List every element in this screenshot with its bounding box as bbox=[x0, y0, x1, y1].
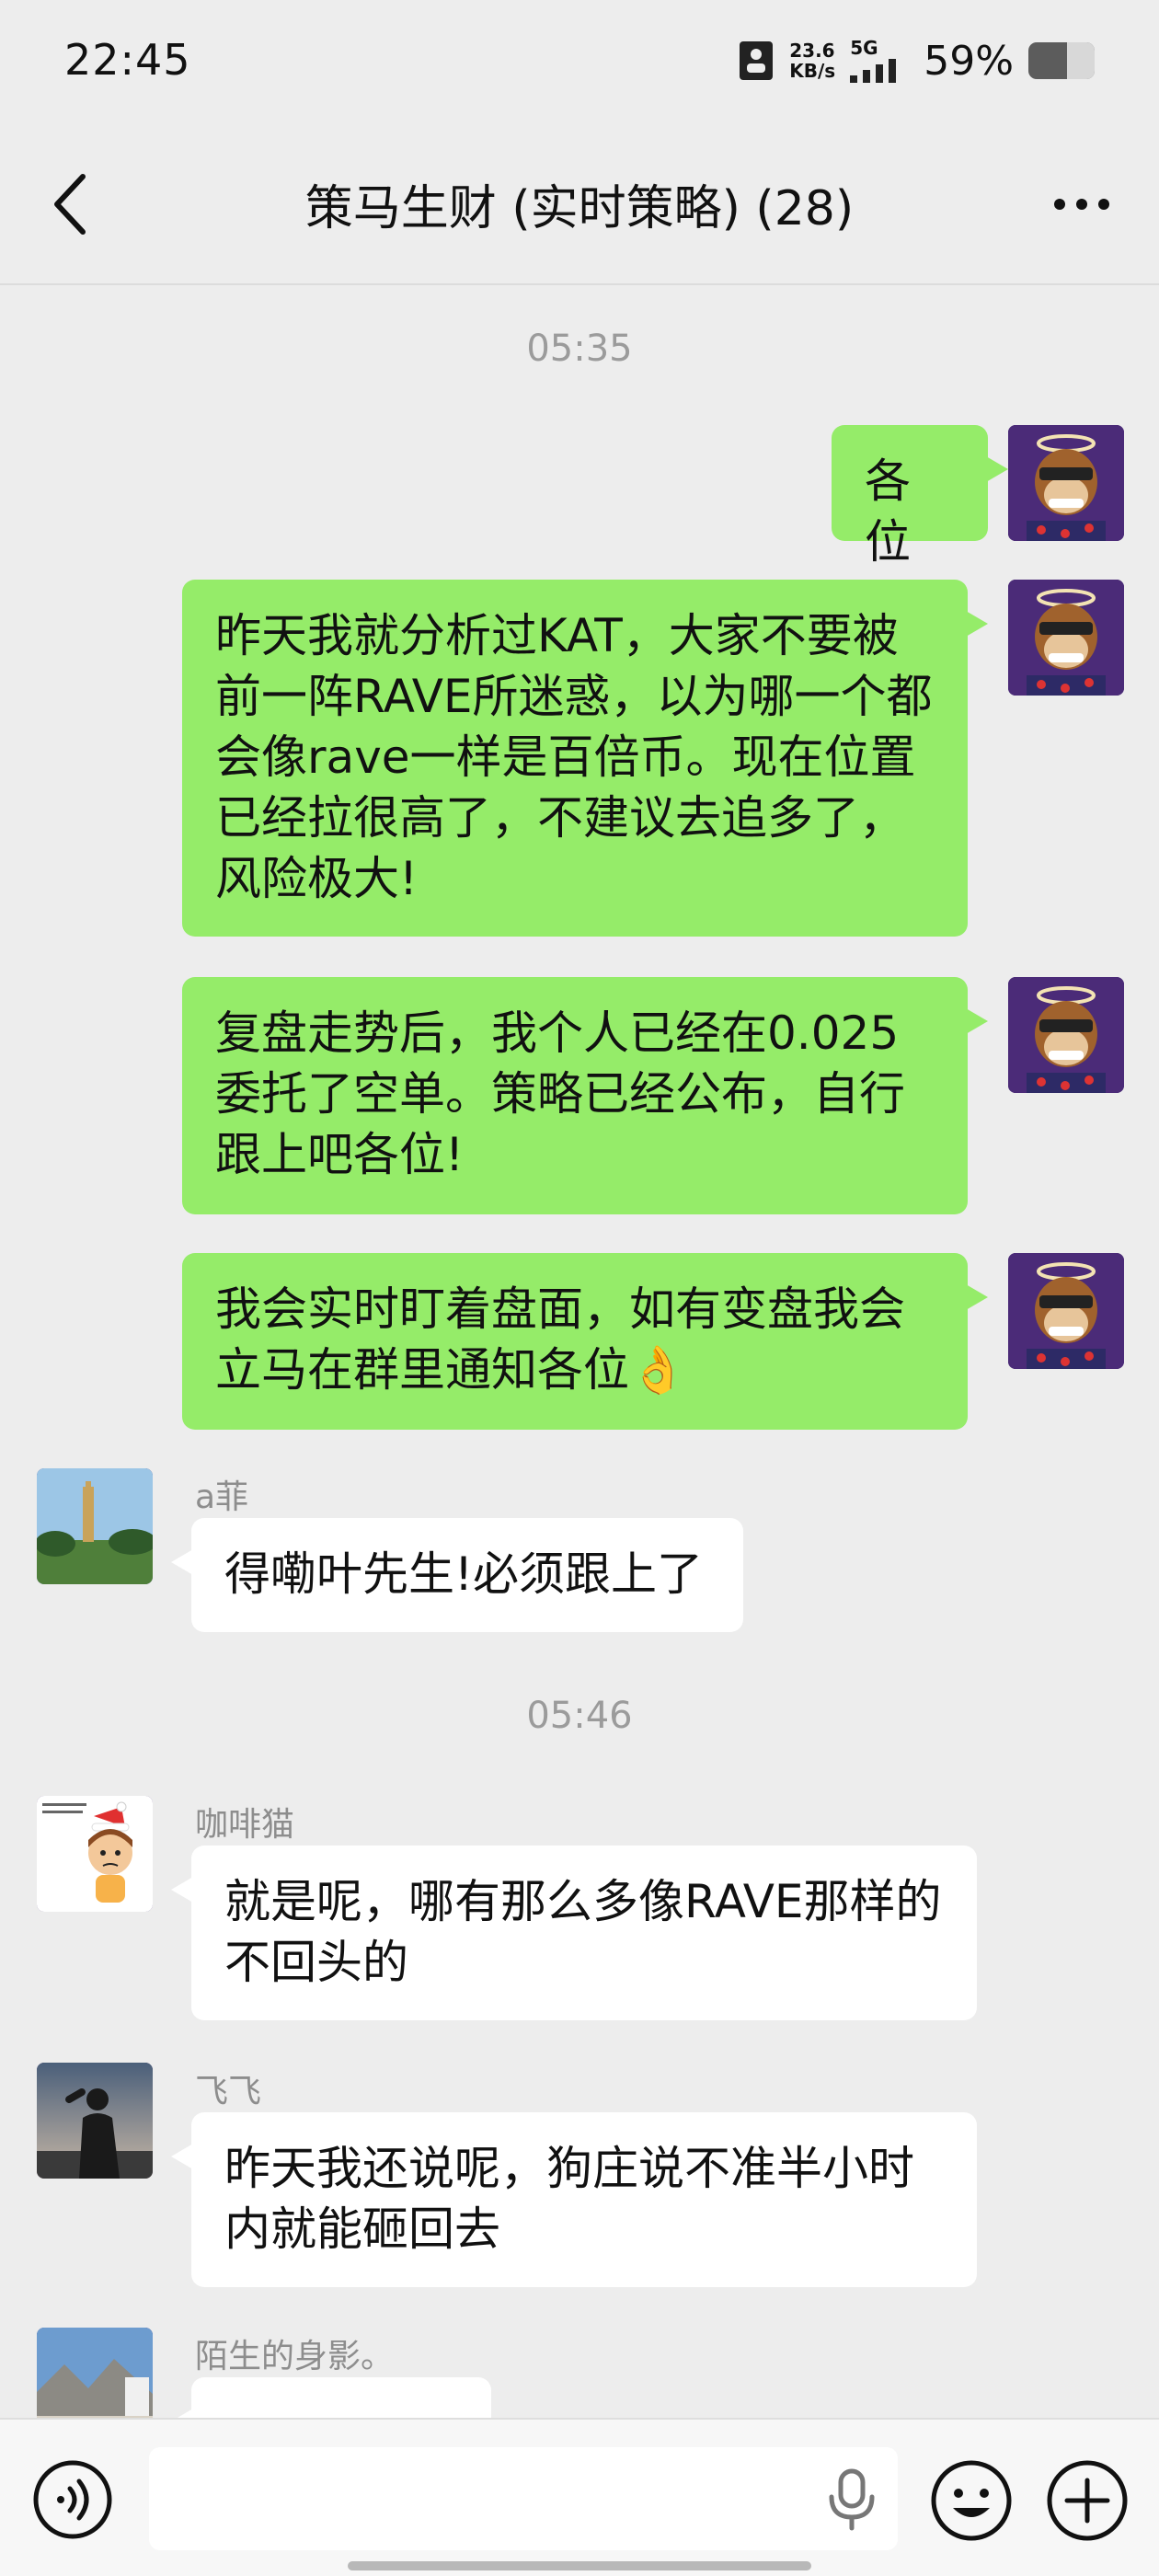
network-speed: 23.6 KB/s bbox=[789, 40, 835, 81]
plus-icon[interactable] bbox=[1045, 2458, 1130, 2543]
network-label: 5G bbox=[850, 37, 878, 59]
more-dots-icon[interactable] bbox=[1045, 177, 1119, 232]
message-bubble-outgoing[interactable]: 昨天我就分析过KAT，大家不要被前一阵RAVE所迷惑，以为哪一个都会像rave一… bbox=[182, 580, 988, 937]
status-bar: 22:45 23.6 KB/s 5G 59% bbox=[0, 0, 1159, 129]
my-avatar[interactable] bbox=[1008, 425, 1124, 541]
timestamp: 05:35 bbox=[526, 328, 633, 370]
sender-name: 咖啡猫 bbox=[195, 1806, 295, 1844]
chat-header: 策马生财 (实时策略) (28) bbox=[0, 129, 1159, 285]
message-bubble-incoming[interactable] bbox=[171, 2377, 491, 2418]
ape-avatar-icon bbox=[1008, 1253, 1124, 1369]
message-input[interactable] bbox=[149, 2447, 898, 2550]
sender-name: 陌生的身影。 bbox=[195, 2338, 395, 2375]
scenery-avatar-icon bbox=[37, 2328, 153, 2418]
portrait-badge-icon bbox=[740, 41, 774, 80]
cartoon-girl-avatar-icon bbox=[37, 1796, 153, 1912]
message-bubble-incoming[interactable]: 得嘞叶先生!必须跟上了 bbox=[171, 1518, 743, 1632]
member-avatar[interactable] bbox=[37, 1796, 153, 1912]
timestamp: 05:46 bbox=[526, 1695, 633, 1737]
voice-icon[interactable] bbox=[31, 2458, 114, 2541]
landscape-avatar-icon bbox=[37, 1468, 153, 1584]
ape-avatar-icon bbox=[1008, 425, 1124, 541]
speed-value: 23.6 bbox=[789, 40, 835, 62]
member-avatar[interactable] bbox=[37, 2063, 153, 2179]
message-bubble-outgoing[interactable]: 各位 bbox=[832, 425, 1008, 569]
battery-icon bbox=[1028, 42, 1095, 79]
status-time: 22:45 bbox=[64, 35, 191, 85]
microphone-icon[interactable] bbox=[824, 2467, 879, 2532]
speed-unit: KB/s bbox=[789, 60, 836, 82]
my-avatar[interactable] bbox=[1008, 580, 1124, 696]
silhouette-avatar-icon bbox=[37, 2063, 153, 2179]
message-bubble-outgoing[interactable]: 复盘走势后，我个人已经在0.025委托了空单。策略已经公布，自行跟上吧各位! bbox=[182, 977, 988, 1214]
my-avatar[interactable] bbox=[1008, 1253, 1124, 1369]
input-bar bbox=[0, 2418, 1159, 2576]
sender-name: 飞飞 bbox=[195, 2073, 262, 2110]
network-type: 5G bbox=[850, 39, 909, 83]
home-indicator[interactable] bbox=[348, 2561, 811, 2570]
battery-empty-part bbox=[1067, 42, 1095, 79]
member-avatar[interactable] bbox=[37, 2328, 153, 2418]
emoji-icon[interactable] bbox=[929, 2458, 1014, 2543]
battery-percent: 59% bbox=[924, 37, 1014, 85]
ape-avatar-icon bbox=[1008, 580, 1124, 696]
status-icons: 23.6 KB/s 5G 59% bbox=[738, 35, 1095, 86]
signal-icon bbox=[850, 59, 897, 83]
message-bubble-incoming[interactable]: 昨天我还说呢，狗庄说不准半小时内就能砸回去 bbox=[171, 2112, 977, 2287]
sender-name: a菲 bbox=[195, 1478, 249, 1516]
ape-avatar-icon bbox=[1008, 977, 1124, 1093]
message-bubble-outgoing[interactable]: 我会实时盯着盘面，如有变盘我会立马在群里通知各位👌 bbox=[182, 1253, 988, 1430]
chat-title[interactable]: 策马生财 (实时策略) (28) bbox=[0, 169, 1159, 238]
my-avatar[interactable] bbox=[1008, 977, 1124, 1093]
message-list[interactable]: 05:35 各位 昨天我就分析过KAT，大家不要被前一阵RAVE所迷惑，以为哪一… bbox=[0, 287, 1159, 2418]
message-bubble-incoming[interactable]: 就是呢，哪有那么多像RAVE那样的不回头的 bbox=[171, 1846, 977, 2020]
member-avatar[interactable] bbox=[37, 1468, 153, 1584]
